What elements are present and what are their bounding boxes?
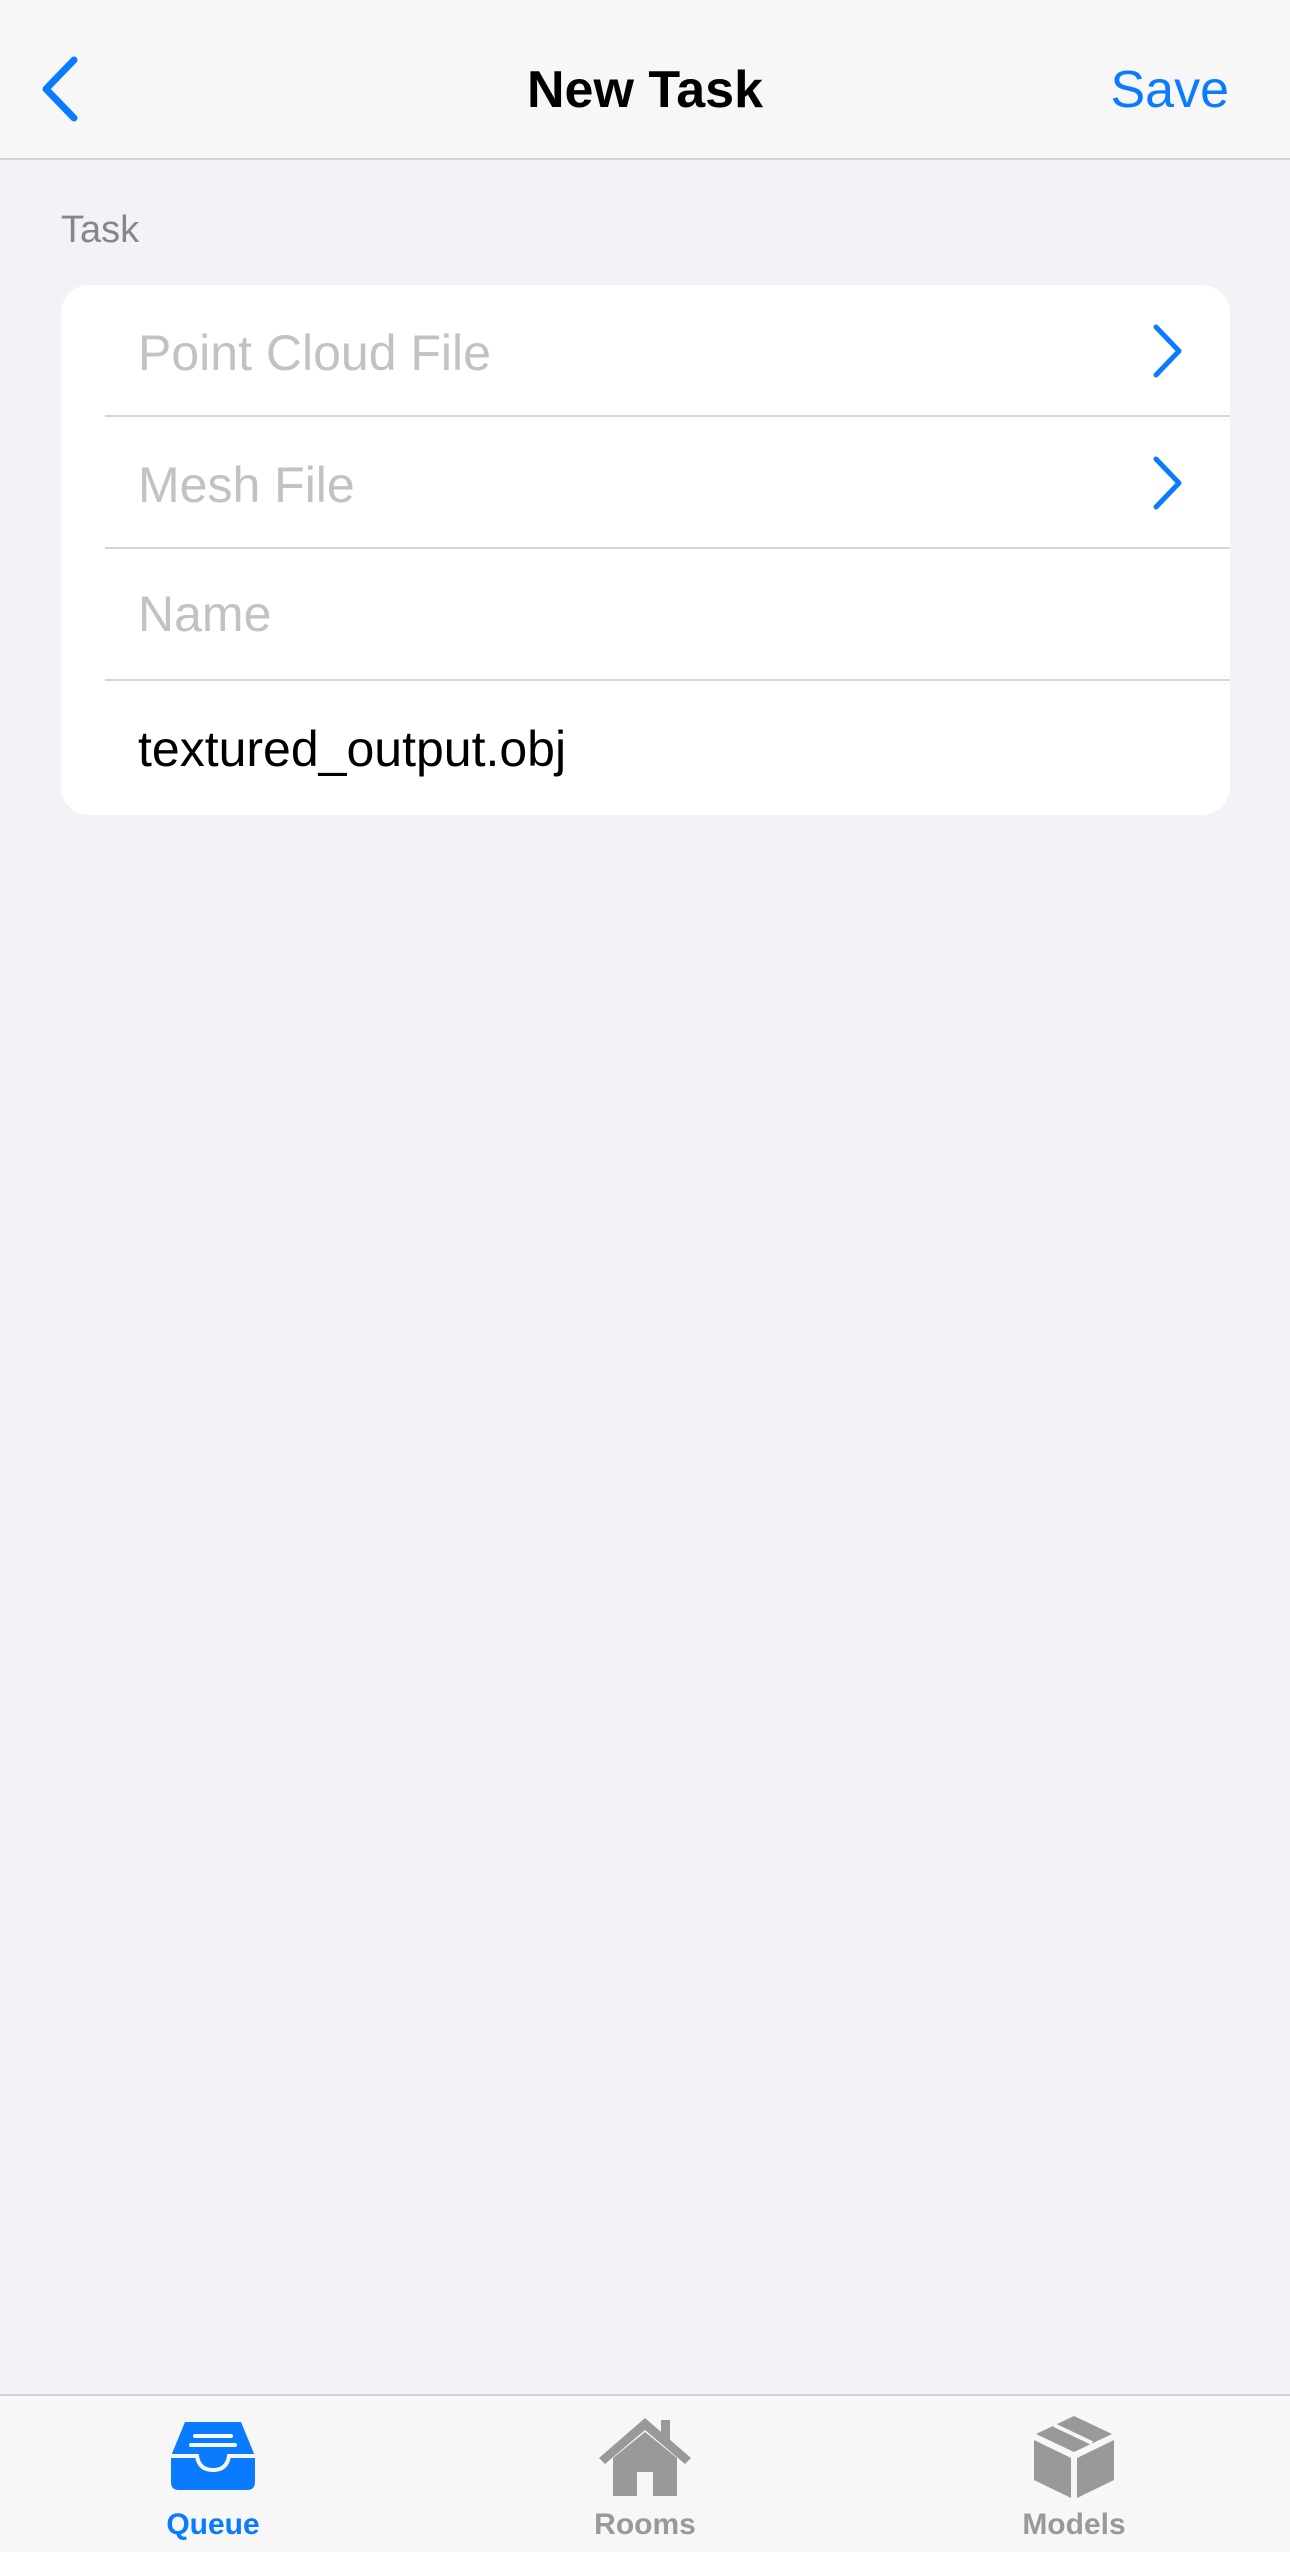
mesh-file-label: Mesh File — [138, 457, 355, 513]
name-input[interactable] — [138, 579, 1178, 649]
point-cloud-file-row[interactable]: Point Cloud File — [61, 285, 1230, 417]
house-icon — [595, 2410, 695, 2500]
save-button[interactable]: Save — [1110, 60, 1229, 120]
tray-icon — [163, 2410, 263, 2500]
tab-rooms[interactable]: Rooms — [545, 2396, 745, 2552]
tab-models-label: Models — [1022, 2508, 1126, 2541]
tab-queue-label: Queue — [166, 2508, 260, 2541]
output-filename-value: textured_output.obj — [138, 721, 567, 777]
page-title: New Task — [526, 61, 764, 119]
name-row — [61, 549, 1230, 681]
tab-queue[interactable]: Queue — [113, 2396, 313, 2552]
point-cloud-file-label: Point Cloud File — [138, 325, 491, 381]
cube-icon — [1024, 2410, 1124, 2500]
navigation-bar: New Task Save — [0, 0, 1290, 160]
tab-rooms-label: Rooms — [594, 2508, 696, 2541]
mesh-file-row[interactable]: Mesh File — [61, 417, 1230, 549]
output-filename-row[interactable]: textured_output.obj — [61, 681, 1230, 813]
tab-models[interactable]: Models — [974, 2396, 1174, 2552]
chevron-right-icon — [1149, 323, 1185, 379]
chevron-right-icon — [1149, 455, 1185, 511]
task-form-card: Point Cloud File Mesh File textured_outp… — [61, 285, 1230, 815]
tab-bar: Queue Rooms Models — [0, 2394, 1290, 2552]
section-header: Task — [61, 209, 140, 251]
